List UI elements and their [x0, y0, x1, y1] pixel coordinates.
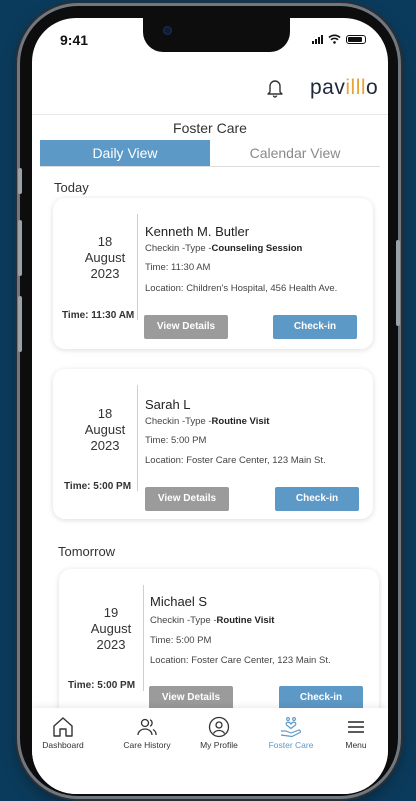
divider	[137, 214, 138, 320]
appointment-time: Time: 11:30 AM	[145, 262, 211, 273]
appointment-location: Location: Children's Hospital, 456 Healt…	[145, 283, 338, 294]
appointment-date: 18 August 2023	[84, 234, 126, 281]
home-icon	[53, 717, 73, 737]
appointment-location: Location: Foster Care Center, 123 Main S…	[145, 455, 326, 466]
nav-my-profile[interactable]: My Profile	[184, 716, 254, 750]
volume-up-button	[18, 220, 22, 276]
profile-icon	[208, 716, 230, 738]
appointment-card: 18 August 2023 Time: 11:30 AM Kenneth M.…	[53, 198, 373, 349]
client-name: Michael S	[150, 594, 208, 609]
section-today: Today	[54, 180, 89, 195]
appointment-time-label: Time: 11:30 AM	[62, 310, 135, 321]
status-time: 9:41	[60, 32, 89, 48]
tab-daily-view[interactable]: Daily View	[40, 140, 210, 166]
volume-down-button	[18, 296, 22, 352]
notch	[143, 18, 290, 52]
menu-icon	[348, 721, 364, 733]
appointment-time-label: Time: 5:00 PM	[64, 481, 132, 492]
appointment-card: 19 August 2023 Time: 5:00 PM Michael S C…	[59, 569, 379, 719]
bottom-nav: Dashboard Care History My Profile Foster…	[32, 708, 388, 794]
appointment-card: 18 August 2023 Time: 5:00 PM Sarah L Che…	[53, 369, 373, 519]
power-button	[396, 240, 400, 326]
client-name: Sarah L	[145, 397, 191, 412]
nav-care-history[interactable]: Care History	[112, 716, 182, 750]
client-name: Kenneth M. Butler	[145, 224, 250, 239]
check-in-button[interactable]: Check-in	[275, 487, 359, 511]
appointment-location: Location: Foster Care Center, 123 Main S…	[150, 655, 331, 666]
appointment-date: 18 August 2023	[84, 406, 126, 453]
nav-dashboard[interactable]: Dashboard	[32, 716, 98, 750]
page-title: Foster Care	[32, 114, 388, 139]
battery-icon	[346, 34, 366, 44]
hand-heart-icon	[280, 717, 301, 738]
pavillio-logo: pavilllo	[310, 76, 379, 99]
tab-calendar-view[interactable]: Calendar View	[210, 140, 380, 166]
view-details-button[interactable]: View Details	[145, 487, 229, 511]
view-tabs: Daily View Calendar View	[40, 140, 380, 167]
signal-icon	[312, 34, 323, 44]
checkin-type: Checkin -Type -Counseling Session	[145, 243, 303, 254]
view-details-button[interactable]: View Details	[149, 686, 233, 710]
nav-menu[interactable]: Menu	[321, 716, 388, 750]
appointment-time: Time: 5:00 PM	[145, 435, 207, 446]
appointment-time-label: Time: 5:00 PM	[68, 680, 136, 691]
check-in-button[interactable]: Check-in	[273, 315, 357, 339]
users-icon	[137, 718, 157, 736]
appointment-date: 19 August 2023	[90, 605, 132, 652]
bell-icon[interactable]	[266, 78, 284, 98]
app-screen: 9:41 pavilllo Foster Care Daily View Cal…	[32, 18, 388, 794]
wifi-icon	[328, 34, 341, 44]
appointment-time: Time: 5:00 PM	[150, 635, 212, 646]
mute-switch	[18, 168, 22, 194]
divider	[143, 585, 144, 691]
divider	[137, 385, 138, 491]
checkin-type: Checkin -Type -Routine Visit	[150, 615, 275, 626]
camera-icon	[163, 26, 172, 35]
status-icons	[312, 34, 366, 44]
app-header: pavilllo	[32, 72, 388, 114]
view-details-button[interactable]: View Details	[144, 315, 228, 339]
check-in-button[interactable]: Check-in	[279, 686, 363, 710]
checkin-type: Checkin -Type -Routine Visit	[145, 416, 270, 427]
section-tomorrow: Tomorrow	[58, 544, 116, 559]
nav-foster-care[interactable]: Foster Care	[256, 716, 326, 750]
